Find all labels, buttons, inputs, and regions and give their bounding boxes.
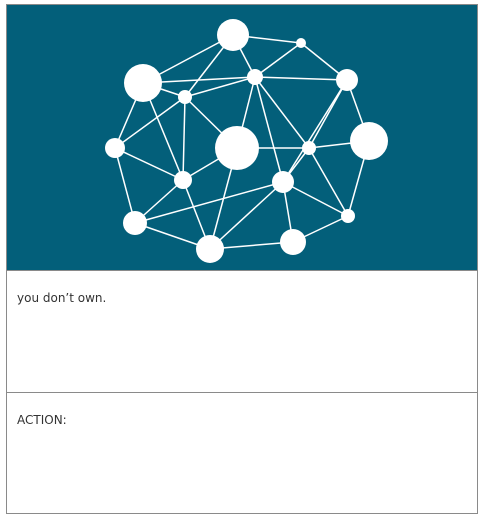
text-section-2: ACTION: xyxy=(7,393,477,513)
card: you don’t own. ACTION: xyxy=(6,4,478,514)
section-2-text: ACTION: xyxy=(17,413,67,427)
network-graph-icon xyxy=(105,19,388,263)
text-section-1: you don’t own. xyxy=(7,271,477,393)
section-1-text: you don’t own. xyxy=(17,291,107,305)
banner xyxy=(7,5,477,271)
